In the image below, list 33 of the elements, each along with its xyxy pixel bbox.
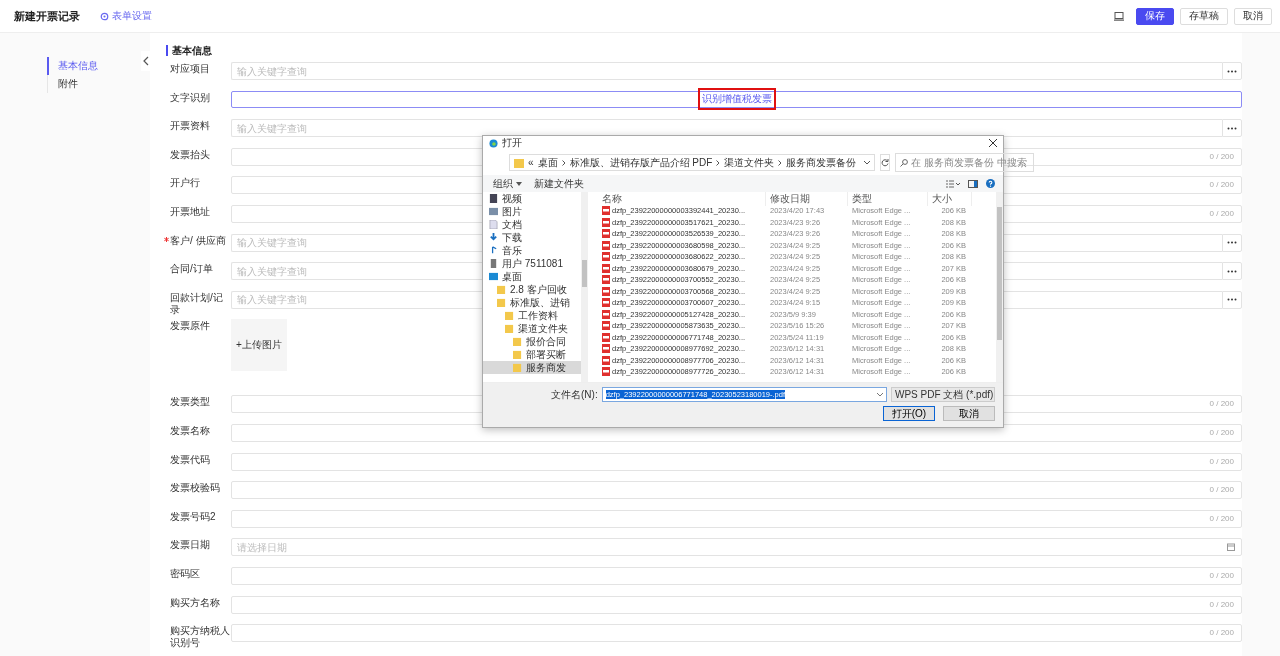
field-label: 回款计划/记录 bbox=[170, 291, 223, 315]
character-counter: 0 / 200 bbox=[1209, 599, 1234, 609]
field-label: 发票校验码 bbox=[170, 482, 220, 494]
page-title: 新建开票记录 bbox=[14, 8, 80, 24]
character-counter: 0 / 200 bbox=[1209, 399, 1234, 409]
field-label: 客户/ 供应商 bbox=[164, 234, 226, 246]
character-counter: 0 / 200 bbox=[1209, 456, 1234, 466]
character-counter: 0 / 200 bbox=[1209, 513, 1234, 523]
field-label: 发票原件 bbox=[170, 320, 210, 332]
field-label: 发票类型 bbox=[170, 396, 210, 408]
character-counter: 0 / 200 bbox=[1209, 570, 1234, 580]
field-label: 文字识别 bbox=[170, 91, 210, 103]
dialog-title: 打开 bbox=[502, 136, 522, 150]
character-counter: 0 / 200 bbox=[1209, 180, 1234, 190]
field-label: 对应项目 bbox=[170, 63, 210, 74]
field-label: 发票日期 bbox=[170, 539, 210, 551]
field-label: 开票资料 bbox=[170, 120, 210, 132]
field-label: 开户行 bbox=[170, 177, 200, 189]
character-counter: 0 / 200 bbox=[1209, 485, 1234, 495]
field-label: 开票地址 bbox=[170, 205, 210, 217]
file-name-label: 文件名(N): bbox=[551, 387, 598, 402]
field-label: 发票名称 bbox=[170, 424, 210, 436]
character-counter: 0 / 200 bbox=[1209, 628, 1234, 638]
character-counter: 0 / 200 bbox=[1209, 151, 1234, 161]
field-label: 密码区 bbox=[170, 567, 200, 579]
field-label: 购买方纳税人识别号 bbox=[170, 625, 230, 649]
field-label: 发票代码 bbox=[170, 453, 210, 465]
character-counter: 0 / 200 bbox=[1209, 427, 1234, 437]
character-counter: 0 / 200 bbox=[1209, 208, 1234, 218]
field-label: 发票抬头 bbox=[170, 148, 210, 160]
field-label: 购买方名称 bbox=[170, 596, 220, 608]
field-label: 发票号码2 bbox=[170, 510, 216, 522]
field-label: 合同/订单 bbox=[170, 263, 213, 275]
